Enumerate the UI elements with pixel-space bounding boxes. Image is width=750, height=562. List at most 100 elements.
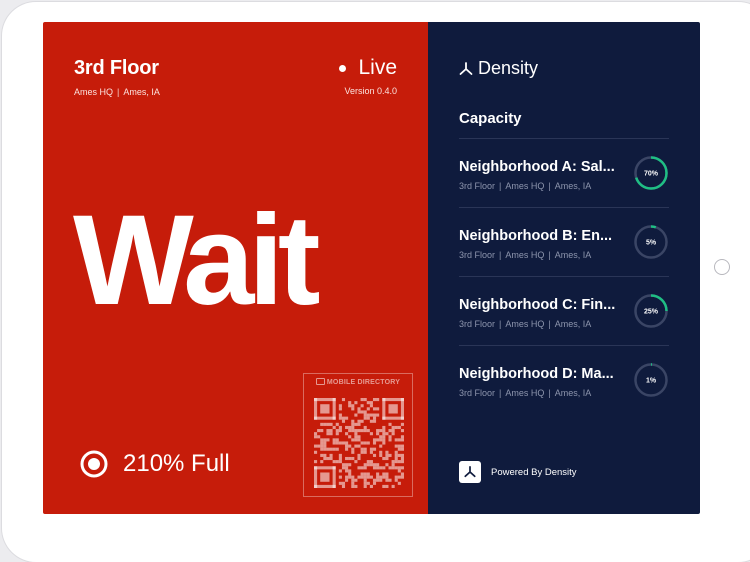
qr-module bbox=[382, 466, 386, 470]
qr-finder bbox=[382, 416, 404, 420]
qr-module bbox=[382, 425, 386, 430]
neighborhood-floor: 3rd Floor bbox=[459, 181, 496, 191]
qr-module bbox=[372, 481, 377, 485]
powered-by: Powered By Density bbox=[459, 461, 577, 483]
qr-module bbox=[363, 475, 367, 479]
qr-module bbox=[376, 475, 380, 479]
qr-code-icon bbox=[314, 398, 404, 488]
qr-module bbox=[400, 435, 404, 439]
qr-module bbox=[382, 432, 386, 436]
neighborhood-location: 3rd Floor | Ames HQ | Ames, IA bbox=[459, 181, 591, 191]
neighborhood-item[interactable]: Neighborhood B: En... 3rd Floor | Ames HQ | A… bbox=[459, 207, 669, 276]
qr-module bbox=[357, 438, 361, 442]
mobile-directory-qr[interactable]: MOBILE DIRECTORY bbox=[303, 373, 413, 497]
powered-by-label: Powered By Density bbox=[491, 466, 577, 478]
qr-module bbox=[363, 463, 367, 467]
qr-module bbox=[360, 398, 364, 402]
qr-module bbox=[369, 432, 373, 436]
qr-module bbox=[326, 447, 330, 451]
qr-module bbox=[357, 429, 361, 433]
separator: | bbox=[499, 250, 502, 260]
qr-module bbox=[354, 429, 358, 433]
qr-module bbox=[332, 425, 336, 430]
qr-module bbox=[397, 444, 401, 448]
qr-module bbox=[351, 438, 355, 442]
neighborhood-item[interactable]: Neighborhood A: Sal... 3rd Floor | Ames HQ |… bbox=[459, 138, 669, 207]
qr-module bbox=[323, 438, 327, 442]
qr-module bbox=[335, 422, 339, 426]
qr-module bbox=[363, 466, 367, 470]
qr-module bbox=[360, 404, 364, 408]
qr-module bbox=[397, 460, 401, 464]
neighborhood-item[interactable]: Neighborhood C: Fin... 3rd Floor | Ames HQ |… bbox=[459, 276, 669, 345]
qr-finder bbox=[314, 484, 336, 488]
qr-finder bbox=[382, 398, 386, 420]
qr-module bbox=[394, 438, 398, 442]
qr-module bbox=[351, 456, 355, 461]
qr-module bbox=[341, 416, 346, 420]
city-name: Ames, IA bbox=[123, 87, 160, 97]
qr-module bbox=[357, 407, 361, 411]
qr-module bbox=[385, 432, 389, 436]
qr-module bbox=[320, 444, 324, 448]
qr-module bbox=[363, 413, 367, 417]
qr-label-text: MOBILE DIRECTORY bbox=[326, 379, 401, 386]
qr-module bbox=[388, 429, 392, 433]
qr-module bbox=[326, 432, 330, 436]
qr-module bbox=[354, 484, 358, 488]
qr-finder bbox=[332, 398, 336, 420]
qr-module bbox=[397, 475, 401, 479]
qr-module bbox=[372, 463, 377, 467]
qr-module bbox=[376, 472, 380, 476]
qr-module bbox=[400, 475, 404, 479]
qr-module bbox=[357, 466, 361, 470]
qr-module bbox=[376, 438, 380, 442]
qr-module bbox=[400, 438, 404, 442]
qr-module bbox=[394, 475, 398, 479]
qr-module bbox=[376, 407, 380, 411]
qr-module bbox=[357, 422, 361, 426]
qr-module bbox=[335, 429, 339, 433]
qr-module bbox=[354, 435, 358, 439]
qr-module bbox=[363, 425, 367, 430]
density-badge-icon bbox=[459, 461, 481, 483]
qr-module bbox=[388, 435, 392, 439]
qr-module bbox=[360, 419, 364, 423]
qr-module bbox=[363, 398, 367, 402]
qr-module bbox=[385, 472, 389, 476]
qr-module bbox=[345, 447, 349, 451]
qr-module bbox=[348, 401, 352, 405]
qr-module bbox=[341, 398, 346, 402]
qr-module bbox=[335, 441, 339, 445]
neighborhood-item[interactable]: Neighborhood D: Ma... 3rd Floor | Ames HQ | A… bbox=[459, 345, 669, 414]
qr-module bbox=[400, 447, 404, 451]
qr-module bbox=[391, 466, 395, 470]
separator: | bbox=[548, 181, 551, 191]
qr-module bbox=[338, 460, 342, 464]
qr-module bbox=[348, 425, 352, 430]
qr-module bbox=[366, 401, 370, 405]
qr-module bbox=[382, 472, 386, 476]
qr-module bbox=[345, 469, 349, 473]
qr-module bbox=[363, 484, 367, 488]
qr-module bbox=[348, 435, 352, 439]
qr-module bbox=[391, 425, 395, 430]
qr-module bbox=[363, 447, 367, 451]
qr-module bbox=[351, 429, 355, 433]
qr-module bbox=[338, 481, 342, 485]
qr-module bbox=[382, 484, 386, 488]
capacity-ring: 5% bbox=[634, 225, 668, 259]
qr-module bbox=[379, 466, 383, 470]
qr-module bbox=[351, 450, 355, 454]
home-button[interactable] bbox=[714, 259, 730, 275]
qr-module bbox=[385, 463, 389, 467]
qr-module bbox=[363, 410, 367, 414]
qr-module bbox=[332, 441, 336, 445]
qr-module bbox=[363, 429, 367, 433]
qr-module bbox=[366, 472, 370, 476]
separator: | bbox=[499, 388, 502, 398]
qr-module bbox=[369, 401, 373, 405]
qr-module bbox=[391, 484, 395, 488]
qr-module bbox=[376, 463, 380, 467]
qr-module bbox=[363, 478, 367, 482]
